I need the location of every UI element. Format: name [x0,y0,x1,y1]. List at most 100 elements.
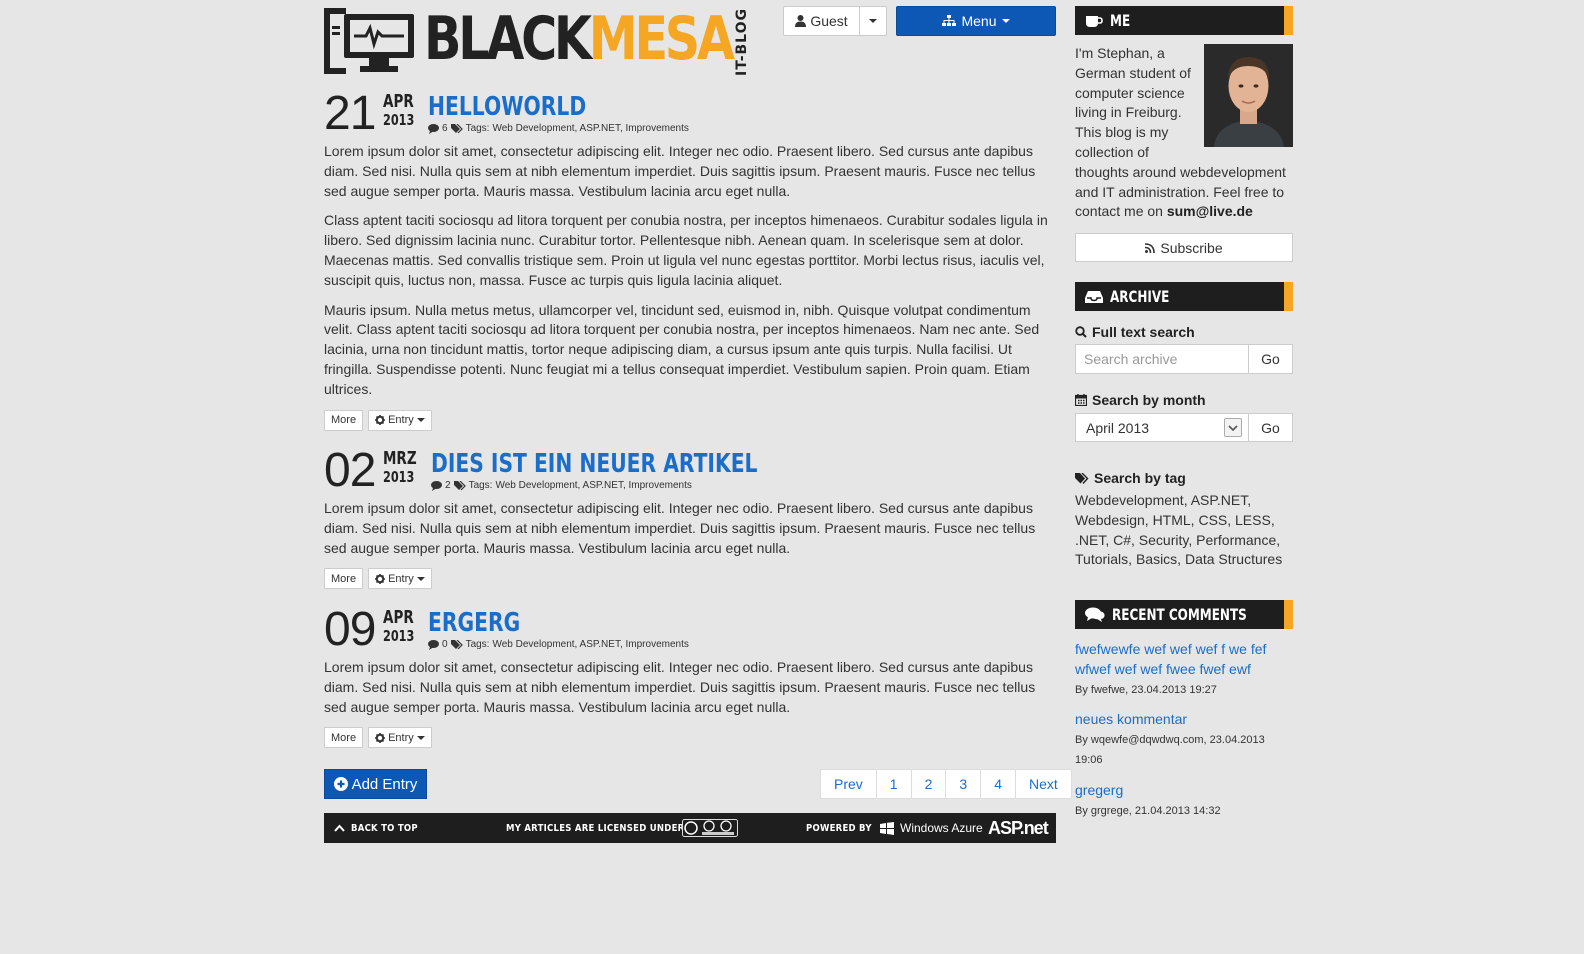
logo-subtitle-text: IT-BLOG [734,8,750,76]
back-to-top-link[interactable]: BACK TO TOP [334,813,430,843]
contact-email[interactable]: sum@live.de [1167,203,1253,219]
post-month: MRZ [383,448,417,469]
post-month: APR [383,91,414,112]
menu-button[interactable]: Menu [896,6,1056,36]
more-button[interactable]: More [324,568,364,590]
post-paragraph: Lorem ipsum dolor sit amet, consectetur … [324,143,1036,199]
add-entry-label: Add Entry [351,775,418,793]
comment-icon [431,480,442,491]
powered-by: POWERED BY [806,813,883,843]
pager-next[interactable]: Next [1014,770,1071,798]
post-actions: More Entry [324,727,1056,749]
search-by-month-label: Search by month [1075,392,1206,408]
me-header: ME [1075,6,1293,35]
post-header: 02 MRZ 2013 DIES IST EIN NEUER ARTIKEL 2… [324,444,1056,499]
post-month: APR [383,607,414,628]
more-label: More [331,414,357,427]
entry-dropdown[interactable]: Entry [368,568,432,590]
tags-icon [450,123,463,133]
guest-button[interactable]: Guest [784,7,860,35]
creative-commons-badge-icon[interactable] [682,819,738,837]
post-helloworld: 21 APR 2013 HELLOWORLD 6 Tags: Web Devel… [324,87,1056,431]
post-paragraph: Class aptent taciti sociosqu ad litora t… [324,212,1048,288]
post-title[interactable]: ERGERG [428,608,520,638]
comments-icon [1085,607,1105,622]
month-go-button[interactable]: Go [1248,413,1293,442]
about-me: I'm Stephan, a German student of compute… [1075,44,1293,222]
tags-icon [453,480,466,490]
aspnet-label: ASP.net [988,817,1049,838]
archive-search-input[interactable]: Search archive [1075,344,1249,374]
tag-list[interactable]: Webdevelopment, ASP.NET, Webdesign, HTML… [1075,491,1293,570]
menu-label: Menu [961,13,997,29]
post-day: 21 [324,87,376,140]
add-entry-button[interactable]: Add Entry [324,769,427,799]
guest-toggle[interactable] [860,7,886,35]
post-tags[interactable]: Web Development, ASP.NET, Improvements [492,639,688,650]
pager-page-4[interactable]: 4 [980,770,1015,798]
more-label: More [331,572,357,585]
pager-page-1[interactable]: 1 [875,770,911,798]
comment-count: 0 [442,639,448,650]
chevron-down-icon [869,19,877,23]
azure-label: Windows Azure [900,821,983,835]
comment-link[interactable]: fwefwewfe wef wef wef f we fef wfwef wef… [1075,639,1293,679]
logo-subtitle: IT-BLOG [726,8,750,76]
post-title[interactable]: HELLOWORLD [428,92,586,122]
archive-title: ARCHIVE [1110,287,1170,306]
post-meta: 0 Tags: Web Development, ASP.NET, Improv… [428,639,689,650]
tags-icon [450,639,463,649]
post-paragraph: Lorem ipsum dolor sit amet, consectetur … [324,659,1036,715]
entry-dropdown[interactable]: Entry [368,727,432,749]
post-meta: 2 Tags: Web Development, ASP.NET, Improv… [431,480,692,491]
guest-dropdown[interactable]: Guest [783,6,887,36]
monitor-logo-icon [324,8,414,74]
post-year: 2013 [383,111,415,129]
comment-link[interactable]: gregerg [1075,780,1293,800]
pager-page-2[interactable]: 2 [910,770,946,798]
more-button[interactable]: More [324,409,364,431]
post-paragraph: Lorem ipsum dolor sit amet, consectetur … [324,500,1036,556]
post-tags[interactable]: Web Development, ASP.NET, Improvements [495,480,691,491]
comment-count: 2 [445,480,451,491]
more-button[interactable]: More [324,727,364,749]
search-by-tag-label: Search by tag [1075,470,1186,486]
comment-icon [428,123,439,134]
comment-link[interactable]: neues kommentar [1075,709,1293,729]
comment-author: By fwefwe, 23.04.2013 19:27 [1075,684,1217,696]
chevron-down-icon[interactable] [1224,418,1242,437]
pager-page-3[interactable]: 3 [945,770,980,798]
entry-label: Entry [388,731,414,744]
search-go-button[interactable]: Go [1248,344,1293,374]
license-label: MY ARTICLES ARE LICENSED UNDER [506,822,685,834]
entry-dropdown[interactable]: Entry [368,409,432,431]
footer-bar: BACK TO TOP MY ARTICLES ARE LICENSED UND… [324,813,1056,843]
search-placeholder: Search archive [1084,351,1178,367]
entry-label: Entry [388,414,414,427]
chevron-down-icon [416,576,425,581]
chevron-down-icon [416,418,425,423]
pagination: Prev 1 2 3 4 Next [820,769,1072,799]
site-logo[interactable]: BLACKMESA IT-BLOG [324,4,754,76]
gear-icon [375,732,386,743]
post-tags[interactable]: Web Development, ASP.NET, Improvements [492,123,688,134]
fulltext-label-text: Full text search [1092,324,1195,340]
entry-label: Entry [388,572,414,585]
comment-count: 6 [442,123,448,134]
logo-mesa: MESA [588,4,735,74]
powered-label: POWERED BY [806,822,872,834]
subscribe-button[interactable]: Subscribe [1075,233,1293,262]
subscribe-label: Subscribe [1160,239,1223,256]
tag-label-text: Search by tag [1094,470,1186,486]
guest-label: Guest [810,13,848,29]
post-actions: More Entry [324,568,1056,590]
tags-label: Tags: [465,639,490,650]
fulltext-search-label: Full text search [1075,324,1195,340]
post-title[interactable]: DIES IST EIN NEUER ARTIKEL [431,449,757,479]
logo-black: BLACK [424,4,592,74]
pager-prev[interactable]: Prev [821,770,876,798]
more-label: More [331,731,357,744]
post-year: 2013 [383,627,415,645]
gear-icon [375,415,386,426]
month-select[interactable]: April 2013 [1075,413,1249,442]
